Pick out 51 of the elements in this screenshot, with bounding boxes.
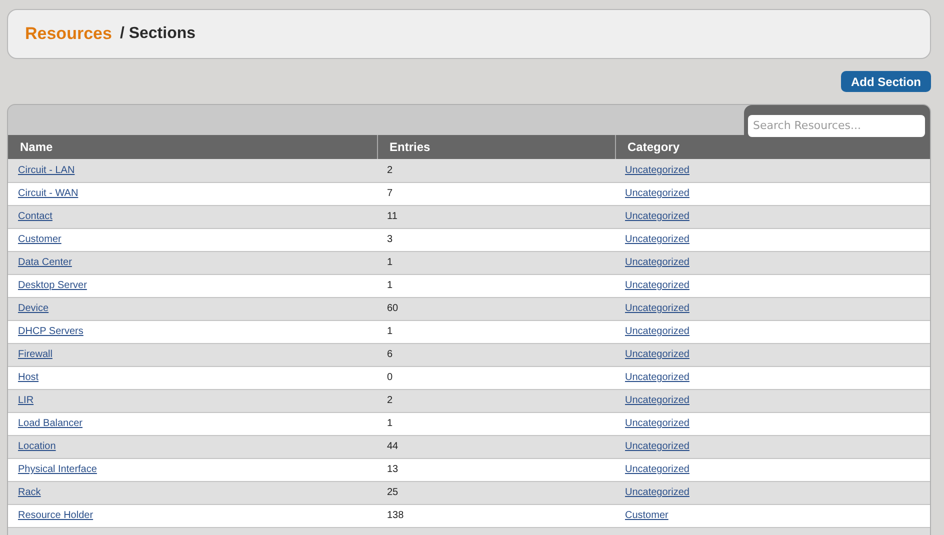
category-link[interactable]: Uncategorized <box>625 487 690 498</box>
section-link[interactable]: Host <box>18 372 39 383</box>
search-field[interactable]: Search Resources... <box>748 114 925 136</box>
category-link[interactable]: Uncategorized <box>625 257 690 268</box>
category-link[interactable]: Uncategorized <box>625 372 690 383</box>
section-link[interactable]: Resource Holder <box>18 510 94 521</box>
section-link[interactable]: Customer <box>18 234 62 245</box>
category-link[interactable]: Uncategorized <box>625 234 690 245</box>
section-link[interactable]: Circuit - WAN <box>18 188 78 199</box>
entries-cell: 1 <box>377 274 615 297</box>
category-link[interactable]: Uncategorized <box>625 326 690 337</box>
section-link[interactable]: Contact <box>18 211 52 222</box>
entries-cell: 7 <box>377 182 615 205</box>
entries-cell: 2 <box>377 159 615 182</box>
page-title: / Sections <box>120 24 196 44</box>
entries-cell: 138 <box>377 504 615 527</box>
entries-cell: 0 <box>377 366 615 389</box>
section-link[interactable]: Device <box>18 303 49 314</box>
section-link[interactable]: Rack <box>18 487 41 498</box>
section-link[interactable]: Physical Interface <box>18 464 97 475</box>
entries-cell: 2 <box>377 389 615 412</box>
section-link[interactable]: Location <box>18 441 56 452</box>
entries-cell: 44 <box>377 435 615 458</box>
category-link[interactable]: Uncategorized <box>625 188 690 199</box>
category-link[interactable]: Uncategorized <box>625 464 690 475</box>
category-link[interactable]: Customer <box>625 510 668 521</box>
category-link[interactable]: Uncategorized <box>625 211 690 222</box>
section-link[interactable]: DHCP Servers <box>18 326 84 337</box>
entries-cell: 25 <box>377 481 615 504</box>
section-link[interactable]: LIR <box>18 395 34 406</box>
section-link[interactable]: Circuit - LAN <box>18 164 75 176</box>
section-link[interactable]: Load Balancer <box>18 418 82 429</box>
entries-cell: 3 <box>377 228 615 251</box>
category-link[interactable]: Uncategorized <box>625 441 690 452</box>
category-link[interactable]: Uncategorized <box>625 164 690 176</box>
entries-cell: 1 <box>377 320 615 343</box>
category-link[interactable]: Uncategorized <box>625 395 690 406</box>
entries-cell: 1 <box>377 412 615 435</box>
category-link[interactable]: Uncategorized <box>625 418 690 429</box>
category-link[interactable]: Uncategorized <box>625 303 690 314</box>
section-link[interactable]: Data Center <box>18 257 72 268</box>
entries-cell: 13 <box>377 458 615 481</box>
category-link[interactable]: Uncategorized <box>625 349 690 360</box>
category-link[interactable]: Uncategorized <box>625 280 690 291</box>
section-link[interactable]: Firewall <box>18 349 52 360</box>
entries-cell: 1 <box>377 251 615 274</box>
add-section-button[interactable]: Add Section <box>840 71 931 92</box>
entries-cell: 60 <box>377 297 615 320</box>
section-link[interactable]: Desktop Server <box>18 280 87 291</box>
entries-cell: 11 <box>377 205 615 228</box>
entries-cell: 6 <box>377 343 615 366</box>
